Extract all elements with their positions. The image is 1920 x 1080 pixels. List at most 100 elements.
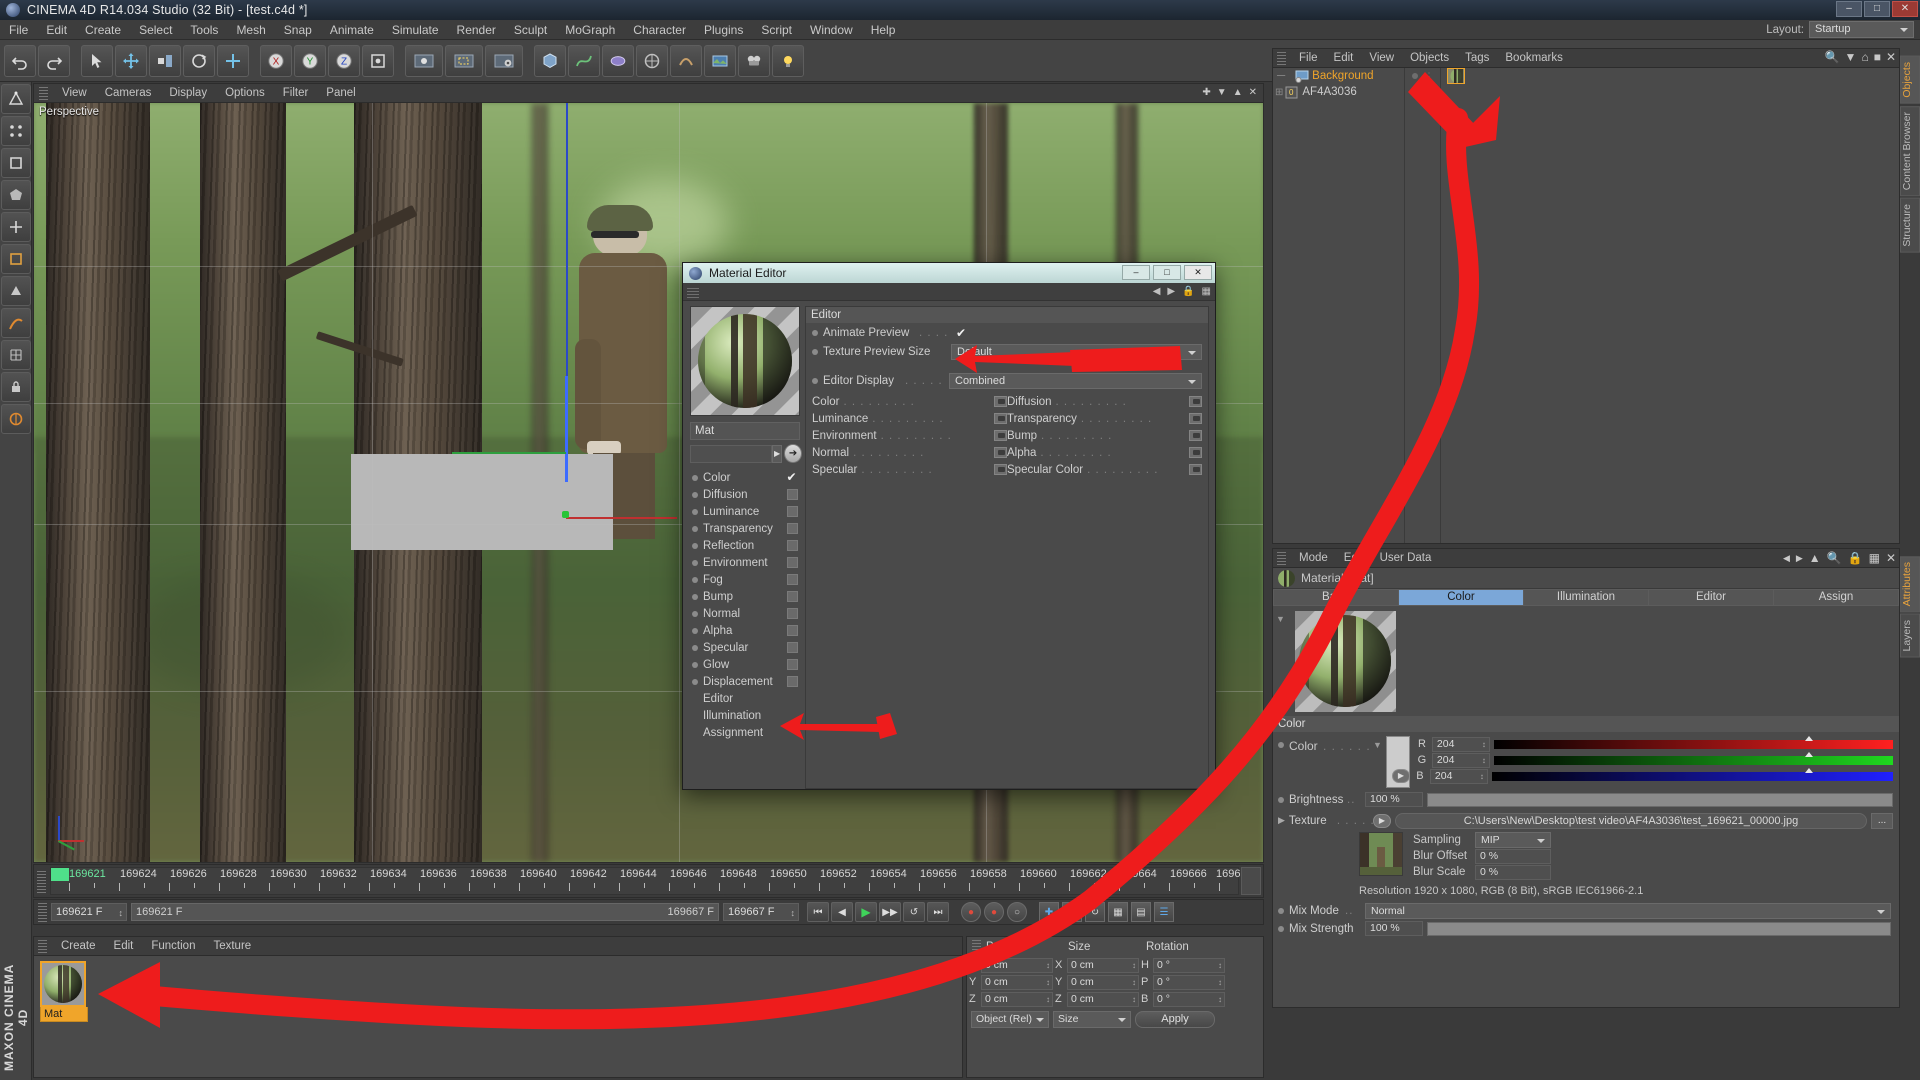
rotate-tool-icon[interactable]: [183, 44, 215, 77]
render-visibility-dots-icon[interactable]: ⋮: [1425, 72, 1434, 81]
add-deformer-icon[interactable]: [670, 44, 702, 77]
panel-close-icon[interactable]: ✕: [1886, 551, 1896, 565]
material-channel-item[interactable]: Glow: [690, 656, 802, 673]
channel-r-field[interactable]: 204: [1431, 736, 1490, 752]
material-channel-item[interactable]: Transparency: [690, 520, 802, 537]
material-channel-item[interactable]: Diffusion: [690, 486, 802, 503]
position-x-field[interactable]: 0 cm: [981, 957, 1053, 973]
display-channel-texture-icon[interactable]: [1189, 464, 1202, 475]
close-button[interactable]: ✕: [1892, 1, 1918, 17]
add-cube-icon[interactable]: [534, 44, 566, 77]
filter-icon[interactable]: ▼: [1845, 50, 1857, 64]
material-channel-item[interactable]: Luminance: [690, 503, 802, 520]
workplane-icon[interactable]: [1, 404, 31, 434]
material-editor-titlebar[interactable]: Material Editor – □ ✕: [683, 263, 1215, 283]
material-channel-item[interactable]: Displacement: [690, 673, 802, 690]
sampling-dropdown[interactable]: MIP: [1475, 832, 1551, 848]
vtab-objects[interactable]: Objects: [1900, 56, 1920, 104]
render-view-icon[interactable]: [405, 44, 443, 77]
panel-grip-icon[interactable]: [39, 86, 48, 100]
coordinate-mode-dropdown[interactable]: Object (Rel): [971, 1011, 1049, 1028]
editor-display-dropdown[interactable]: Combined: [949, 372, 1202, 389]
texture-browse-button[interactable]: ...: [1871, 812, 1893, 829]
step-forward-icon[interactable]: ▶▶: [879, 902, 901, 922]
record-key-icon[interactable]: ●: [961, 902, 981, 922]
mix-strength-slider[interactable]: [1427, 921, 1891, 936]
channel-animate-bullet-icon[interactable]: [692, 610, 698, 617]
menu-item-edit[interactable]: Edit: [37, 20, 76, 40]
add-modeling-object-icon[interactable]: [636, 44, 668, 77]
menu-item-help[interactable]: Help: [862, 20, 905, 40]
keyframe-selection-icon[interactable]: ○: [1007, 902, 1027, 922]
display-channel-cell[interactable]: Environment. . . . . . . . .: [812, 428, 1007, 443]
vtab-structure[interactable]: Structure: [1900, 197, 1920, 253]
mix-mode-animate-bullet-icon[interactable]: [1278, 907, 1284, 914]
material-channel-checkbox[interactable]: [787, 557, 798, 568]
axis-x-lock-icon[interactable]: X: [260, 44, 292, 77]
menu-item-create[interactable]: Create: [76, 20, 130, 40]
brightness-animate-bullet-icon[interactable]: [1278, 796, 1284, 803]
render-region-icon[interactable]: [445, 44, 483, 77]
object-menu-objects[interactable]: Objects: [1402, 52, 1457, 64]
texture-preview-dropdown[interactable]: Default: [951, 343, 1202, 360]
material-channel-checkbox[interactable]: [787, 574, 798, 585]
size-z-field[interactable]: 0 cm: [1067, 991, 1139, 1007]
material-channel-checkbox[interactable]: [787, 608, 798, 619]
add-light-icon[interactable]: [772, 44, 804, 77]
viewport-solo-icon[interactable]: [1, 276, 31, 306]
tab-assign[interactable]: Assign: [1774, 589, 1899, 606]
material-channel-item[interactable]: Reflection: [690, 537, 802, 554]
nav-back-icon[interactable]: ◀: [1153, 286, 1161, 297]
material-editor-maximize-button[interactable]: □: [1153, 265, 1181, 280]
viewport-menu-view[interactable]: View: [53, 87, 96, 99]
display-channel-cell[interactable]: Color. . . . . . . . .: [812, 394, 1007, 409]
channel-r-gradient[interactable]: [1493, 739, 1893, 749]
menu-item-mograph[interactable]: MoGraph: [556, 20, 624, 40]
material-channel-checkbox[interactable]: [787, 489, 798, 500]
viewport-panel-controls[interactable]: ✚ ▼ ▲ ✕: [1202, 87, 1257, 98]
make-editable-icon[interactable]: [1, 84, 31, 114]
point-mode-icon[interactable]: [1, 116, 31, 146]
apply-button[interactable]: Apply: [1135, 1011, 1215, 1028]
param-key-icon[interactable]: ▦: [1108, 902, 1128, 922]
size-y-field[interactable]: 0 cm: [1067, 974, 1139, 990]
material-channel-checkbox[interactable]: [787, 625, 798, 636]
tab-illumination[interactable]: Illumination: [1524, 589, 1649, 606]
visibility-row[interactable]: ⋮: [1405, 84, 1440, 100]
material-preview-large[interactable]: [1294, 611, 1396, 712]
pick-material-icon[interactable]: ➔: [784, 444, 802, 463]
texture-expand-icon[interactable]: ▶: [1278, 815, 1285, 826]
channel-animate-bullet-icon[interactable]: [692, 491, 698, 498]
step-back-icon[interactable]: ◀: [831, 902, 853, 922]
color-mode-toggle-icon[interactable]: ▶: [1391, 769, 1410, 783]
material-channel-item[interactable]: Assignment: [690, 724, 802, 741]
display-channel-cell[interactable]: Alpha. . . . . . . . .: [1007, 445, 1202, 460]
display-channel-texture-icon[interactable]: [994, 396, 1007, 407]
loop-icon[interactable]: ↺: [903, 902, 925, 922]
attributes-menu-user-data[interactable]: User Data: [1372, 552, 1440, 564]
search-icon[interactable]: 🔍: [1825, 50, 1840, 64]
blur-offset-field[interactable]: 0 %: [1475, 848, 1551, 864]
mix-mode-dropdown[interactable]: Normal: [1365, 902, 1891, 919]
material-channel-checkbox[interactable]: [787, 659, 798, 670]
channel-animate-bullet-icon[interactable]: [692, 593, 698, 600]
transport-grip-icon[interactable]: [38, 902, 47, 922]
pin-icon[interactable]: ▲: [1809, 551, 1821, 565]
display-channel-cell[interactable]: Specular. . . . . . . . .: [812, 462, 1007, 477]
material-editor-minimize-button[interactable]: –: [1122, 265, 1150, 280]
tab-basic[interactable]: Basic: [1273, 589, 1399, 606]
grid-icon[interactable]: ▦: [1202, 286, 1211, 297]
timeline-scroll-button[interactable]: [1241, 867, 1261, 895]
editor-visibility-dot-icon[interactable]: [1411, 89, 1418, 95]
object-axis-icon[interactable]: [1, 212, 31, 242]
material-name-field[interactable]: Mat: [690, 422, 800, 440]
polygon-mode-icon[interactable]: [1, 180, 31, 210]
material-channel-checkbox[interactable]: [787, 642, 798, 653]
menu-item-select[interactable]: Select: [130, 20, 181, 40]
add-nurbs-icon[interactable]: [602, 44, 634, 77]
channel-animate-bullet-icon[interactable]: [692, 678, 698, 685]
menu-item-script[interactable]: Script: [752, 20, 801, 40]
lock-icon[interactable]: [1, 372, 31, 402]
maximize-button[interactable]: □: [1864, 1, 1890, 17]
viewport-menu-display[interactable]: Display: [160, 87, 216, 99]
